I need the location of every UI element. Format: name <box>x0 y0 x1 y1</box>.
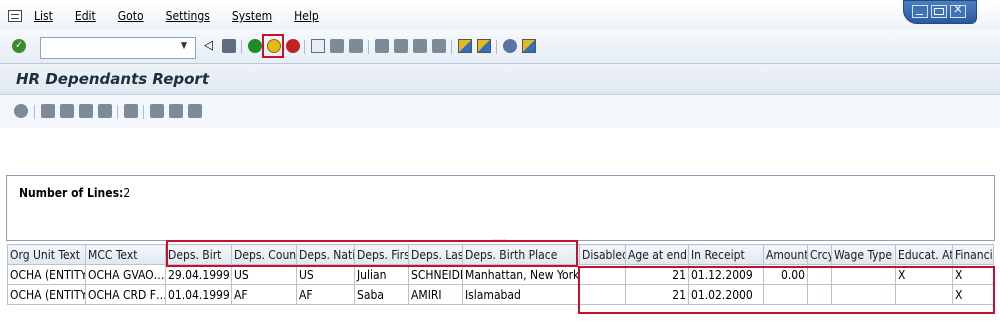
sum-icon[interactable] <box>98 104 112 118</box>
table-cell[interactable]: Saba <box>354 284 409 305</box>
cancel-icon[interactable] <box>286 39 300 53</box>
table-cell[interactable]: US <box>231 264 297 285</box>
next-page-icon[interactable] <box>413 39 427 53</box>
column-header-in-receipt[interactable]: In Receipt <box>688 244 764 265</box>
shortcut-icon[interactable] <box>477 39 491 53</box>
menu-list-label: List <box>34 9 53 23</box>
menu-icon[interactable] <box>8 10 22 22</box>
table-cell[interactable]: OCHA (ENTITY) <box>7 284 86 305</box>
close-icon[interactable] <box>950 2 966 18</box>
toolbar-separator <box>496 40 497 54</box>
toolbar-separator <box>304 40 305 54</box>
column-header-mcc-text[interactable]: MCC Text <box>85 244 166 265</box>
menu-settings[interactable]: Settings <box>166 9 210 23</box>
column-header-amount[interactable]: Amount <box>763 244 808 265</box>
table-cell[interactable]: OCHA (ENTITY) <box>7 264 86 285</box>
menu-edit-label: Edit <box>74 9 96 23</box>
toolbar-separator <box>451 40 452 54</box>
table-cell[interactable]: US <box>296 264 355 285</box>
table-cell[interactable]: SCHNEIDER <box>408 264 463 285</box>
menu-settings-label: Settings <box>165 9 210 23</box>
find-icon[interactable] <box>330 39 344 53</box>
menu-help[interactable]: Help <box>294 9 319 23</box>
column-header-org-unit-text[interactable]: Org Unit Text <box>7 244 86 265</box>
column-header-currency[interactable]: Crcy <box>807 244 832 265</box>
print-preview-icon[interactable] <box>124 104 138 118</box>
column-header-disabled[interactable]: Disabled <box>579 244 626 265</box>
last-page-icon[interactable] <box>432 39 446 53</box>
table-cell[interactable]: Islamabad <box>462 284 580 305</box>
save-layout-icon[interactable] <box>188 104 202 118</box>
print-icon[interactable] <box>311 39 325 53</box>
chevron-down-icon[interactable]: ▼ <box>177 37 191 55</box>
table-cell[interactable]: 29.04.1999 <box>165 264 232 285</box>
table-cell[interactable]: AMIRI <box>408 284 463 305</box>
toolbar-separator <box>34 105 35 119</box>
menu-bar: List Edit Goto Settings System Help <box>0 0 1000 30</box>
menu-items: List Edit Goto Settings System Help <box>34 9 341 23</box>
customize-layout-icon[interactable] <box>522 39 536 53</box>
enter-icon[interactable]: ✓ <box>12 39 26 53</box>
back-green-icon[interactable] <box>248 39 262 53</box>
find-next-icon[interactable] <box>349 39 363 53</box>
menu-goto[interactable]: Goto <box>118 9 144 23</box>
number-of-lines-label: Number of Lines: <box>19 186 124 200</box>
header-highlight-box <box>166 240 578 267</box>
toolbar-separator <box>143 105 144 119</box>
menu-help-label: Help <box>294 9 319 23</box>
table-cell[interactable]: OCHA CRD F… <box>85 284 166 305</box>
table-cell[interactable]: AF <box>296 284 355 305</box>
details-icon[interactable] <box>14 104 28 118</box>
exit-icon-highlight <box>262 34 284 58</box>
command-field[interactable] <box>40 37 196 59</box>
first-page-icon[interactable] <box>375 39 389 53</box>
report-header-box: Number of Lines:2 ····· <box>6 175 995 244</box>
menu-goto-label: Goto <box>117 9 144 23</box>
table-cell[interactable]: Manhattan, New York <box>462 264 580 285</box>
table-cell[interactable]: Julian <box>354 264 409 285</box>
back-icon[interactable]: ◁ <box>204 39 218 53</box>
table-cell[interactable]: AF <box>231 284 297 305</box>
page-title: HR Dependants Report <box>16 70 209 88</box>
title-bar: HR Dependants Report <box>0 64 1000 95</box>
menu-list[interactable]: List <box>34 9 53 23</box>
table-cell[interactable]: 01.04.1999 <box>165 284 232 305</box>
column-header-wage-type[interactable]: Wage Type <box>831 244 896 265</box>
toolbar-separator <box>368 40 369 54</box>
menu-edit[interactable]: Edit <box>75 9 96 23</box>
column-header-financial[interactable]: Financial <box>952 244 994 265</box>
column-header-education-at[interactable]: Educat. At <box>895 244 953 265</box>
standard-toolbar: ✓ ▼ ◁ <box>0 30 1000 64</box>
save-icon[interactable] <box>222 39 236 53</box>
toolbar-separator <box>241 40 242 54</box>
menu-system[interactable]: System <box>232 9 272 23</box>
select-layout-icon[interactable] <box>169 104 183 118</box>
column-header-age-at-end[interactable]: Age at end <box>625 244 689 265</box>
filter-icon[interactable] <box>79 104 93 118</box>
maximize-icon[interactable] <box>931 5 947 18</box>
table-cell[interactable]: OCHA GVAO… <box>85 264 166 285</box>
menu-system-label: System <box>231 9 273 23</box>
number-of-lines: Number of Lines:2 <box>19 186 130 200</box>
toolbar-separator <box>117 105 118 119</box>
data-highlight-box <box>578 266 995 314</box>
change-layout-icon[interactable] <box>150 104 164 118</box>
number-of-lines-value: 2 <box>123 186 131 200</box>
sort-descending-icon[interactable] <box>60 104 74 118</box>
window-controls <box>903 0 977 24</box>
minimize-icon[interactable] <box>912 5 928 18</box>
sort-ascending-icon[interactable] <box>41 104 55 118</box>
help-icon[interactable] <box>503 39 517 53</box>
create-session-icon[interactable] <box>458 39 472 53</box>
application-toolbar <box>0 95 1000 128</box>
previous-page-icon[interactable] <box>394 39 408 53</box>
